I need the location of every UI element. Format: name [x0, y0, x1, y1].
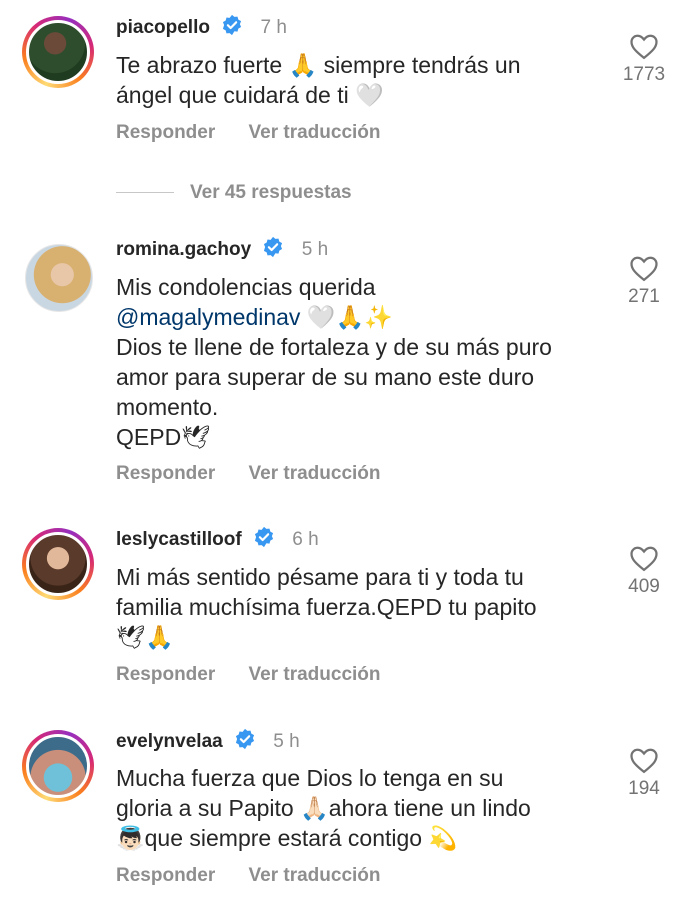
comment-text-line: momento. [116, 394, 219, 420]
mention-link[interactable]: @magalymedinav [116, 304, 300, 330]
heart-icon[interactable] [612, 544, 676, 572]
comment-text-line: 👼🏻que siempre estará contigo 💫 [116, 825, 458, 851]
avatar[interactable] [22, 730, 94, 802]
comment-text-line: amor para superar de su mano este duro [116, 364, 535, 390]
comment-text-line: ángel que cuidará de ti 🤍 [116, 82, 384, 108]
comment-actions: Responder Ver traducción [116, 122, 381, 144]
see-translation-button[interactable]: Ver traducción [249, 664, 381, 685]
comment-text: Te abrazo fuerte 🙏 siempre tendrás un án… [116, 50, 596, 110]
comment-time: 5 h [301, 239, 329, 260]
verified-badge-icon [234, 728, 256, 756]
see-translation-button[interactable]: Ver traducción [249, 865, 381, 886]
comment-text-line: 🕊🙏 [116, 624, 174, 650]
like-area: 271 [612, 254, 676, 308]
like-count: 409 [628, 576, 660, 597]
comment-text: Mi más sentido pésame para ti y toda tu … [116, 562, 596, 652]
comment-actions: Responder Ver traducción [116, 463, 381, 485]
reply-button[interactable]: Responder [116, 664, 215, 685]
comment-text-line: @magalymedinav 🤍🙏✨ [116, 302, 596, 332]
reply-button[interactable]: Responder [116, 865, 215, 886]
see-translation-button[interactable]: Ver traducción [249, 463, 381, 484]
like-count: 1773 [622, 64, 666, 85]
comment-time: 6 h [292, 529, 319, 550]
heart-icon[interactable] [612, 32, 676, 60]
comment-text-line: Mis condolencias querida [116, 274, 376, 300]
comment-text-line: Mucha fuerza que Dios lo tenga en su [116, 765, 504, 791]
comment-text-line: Te abrazo fuerte 🙏 siempre tendrás un [116, 52, 521, 78]
comment-text-line: QEPD🕊 [116, 424, 211, 450]
view-replies-button[interactable]: Ver 45 respuestas [116, 182, 352, 204]
like-area: 409 [612, 544, 676, 598]
username[interactable]: leslycastilloof [116, 529, 242, 550]
comment-text: Mis condolencias querida @magalymedinav … [116, 272, 596, 452]
avatar[interactable] [25, 244, 93, 312]
like-count: 194 [628, 778, 660, 799]
comment-text-line: familia muchísima fuerza.QEPD tu papito [116, 594, 537, 620]
comment-text-line: gloria a su Papito 🙏🏻ahora tiene un lind… [116, 795, 531, 821]
comment-time: 5 h [273, 731, 300, 752]
username[interactable]: evelynvelaa [116, 731, 223, 752]
like-area: 1773 [612, 32, 676, 86]
comment-time: 7 h [260, 17, 287, 38]
divider [116, 192, 174, 194]
comment-text-line: Mi más sentido pésame para ti y toda tu [116, 564, 524, 590]
comment-emoji: 🤍🙏✨ [300, 304, 393, 330]
heart-icon[interactable] [612, 254, 676, 282]
view-replies-label: Ver 45 respuestas [190, 182, 352, 203]
see-translation-button[interactable]: Ver traducción [249, 122, 381, 143]
comment-actions: Responder Ver traducción [116, 865, 381, 887]
avatar[interactable] [22, 528, 94, 600]
reply-button[interactable]: Responder [116, 463, 215, 484]
verified-badge-icon [221, 14, 243, 42]
comment-text: Mucha fuerza que Dios lo tenga en su glo… [116, 763, 596, 853]
reply-button[interactable]: Responder [116, 122, 215, 143]
like-count: 271 [628, 286, 660, 307]
comment-actions: Responder Ver traducción [116, 664, 381, 686]
comment-text-line: Dios te llene de fortaleza y de su más p… [116, 334, 552, 360]
verified-badge-icon [262, 236, 284, 264]
avatar[interactable] [22, 16, 94, 88]
heart-icon[interactable] [612, 746, 676, 774]
like-area: 194 [612, 746, 676, 800]
username[interactable]: romina.gachoy [116, 239, 251, 260]
verified-badge-icon [253, 526, 275, 554]
username[interactable]: piacopello [116, 17, 210, 38]
